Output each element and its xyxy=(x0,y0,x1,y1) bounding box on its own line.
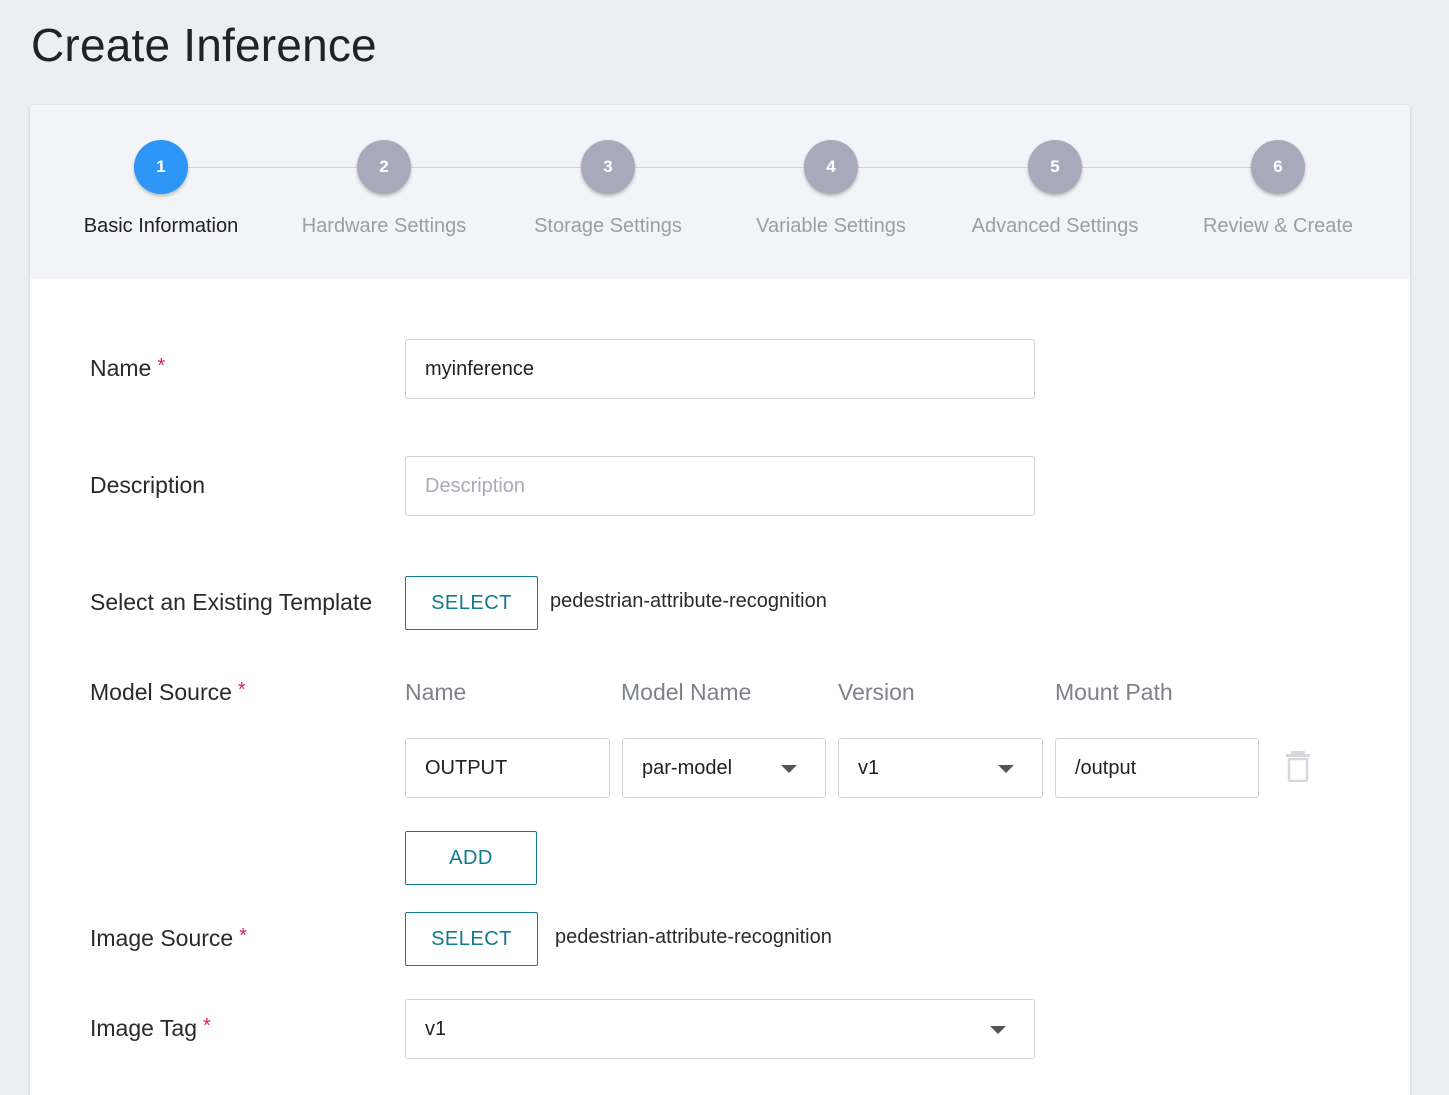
required-asterisk: * xyxy=(239,925,247,947)
stepper: 1 Basic Information 2 Hardware Settings … xyxy=(30,105,1410,279)
model-source-label-text: Model Source xyxy=(90,679,232,705)
version-select-value: v1 xyxy=(858,756,880,779)
caret-down-icon xyxy=(781,765,797,773)
version-select[interactable]: v1 xyxy=(838,738,1043,798)
step-basic-information[interactable]: 1 Basic Information xyxy=(41,105,281,279)
step-label: Hardware Settings xyxy=(301,215,467,237)
model-source-label: Model Source * xyxy=(90,679,246,706)
step-number-badge: 4 xyxy=(804,140,858,194)
page-title: Create Inference xyxy=(31,19,377,71)
name-label-text: Name xyxy=(90,355,152,381)
description-label: Description xyxy=(90,472,206,498)
image-source-label: Image Source * xyxy=(90,925,247,952)
mount-path-input[interactable] xyxy=(1055,738,1259,798)
trash-icon[interactable] xyxy=(1285,750,1311,783)
model-name-select-value: par-model xyxy=(642,756,733,779)
step-label: Variable Settings xyxy=(756,215,906,237)
name-input[interactable] xyxy=(405,339,1035,399)
image-tag-select[interactable]: v1 xyxy=(405,999,1035,1059)
step-storage-settings[interactable]: 3 Storage Settings xyxy=(488,105,728,279)
step-number-badge: 5 xyxy=(1028,140,1082,194)
step-number-badge: 2 xyxy=(357,140,411,194)
step-label: Advanced Settings xyxy=(971,215,1139,237)
selected-template-value: pedestrian-attribute-recognition xyxy=(550,590,827,612)
selected-image-value: pedestrian-attribute-recognition xyxy=(555,926,832,948)
step-label: Storage Settings xyxy=(534,215,682,237)
step-label: Review & Create xyxy=(1202,215,1354,237)
column-header-name: Name xyxy=(405,679,467,705)
required-asterisk: * xyxy=(237,679,246,701)
form-card: 1 Basic Information 2 Hardware Settings … xyxy=(30,105,1410,1095)
column-header-mount-path: Mount Path xyxy=(1055,679,1173,705)
column-header-model-name: Model Name xyxy=(621,679,752,705)
caret-down-icon xyxy=(998,765,1014,773)
add-model-button[interactable]: ADD xyxy=(405,831,537,885)
step-number-badge: 6 xyxy=(1251,140,1305,194)
template-label: Select an Existing Template xyxy=(90,589,373,615)
image-tag-select-value: v1 xyxy=(425,1017,447,1040)
model-name-select[interactable]: par-model xyxy=(622,738,826,798)
step-hardware-settings[interactable]: 2 Hardware Settings xyxy=(264,105,504,279)
column-header-version: Version xyxy=(838,679,915,705)
select-template-button[interactable]: SELECT xyxy=(405,576,538,630)
caret-down-icon xyxy=(990,1026,1006,1034)
required-asterisk: * xyxy=(157,355,166,377)
image-source-label-text: Image Source xyxy=(90,925,234,951)
step-number-badge: 1 xyxy=(134,140,188,194)
step-advanced-settings[interactable]: 5 Advanced Settings xyxy=(935,105,1175,279)
description-input[interactable] xyxy=(405,456,1035,516)
required-asterisk: * xyxy=(202,1015,211,1037)
image-tag-label: Image Tag * xyxy=(90,1015,211,1042)
image-tag-label-text: Image Tag xyxy=(90,1015,197,1041)
step-label: Basic Information xyxy=(83,215,239,237)
step-variable-settings[interactable]: 4 Variable Settings xyxy=(711,105,951,279)
select-image-button[interactable]: SELECT xyxy=(405,912,538,966)
model-row-name-input[interactable] xyxy=(405,738,610,798)
step-review-create[interactable]: 6 Review & Create xyxy=(1158,105,1398,279)
step-number-badge: 3 xyxy=(581,140,635,194)
name-label: Name * xyxy=(90,355,165,382)
